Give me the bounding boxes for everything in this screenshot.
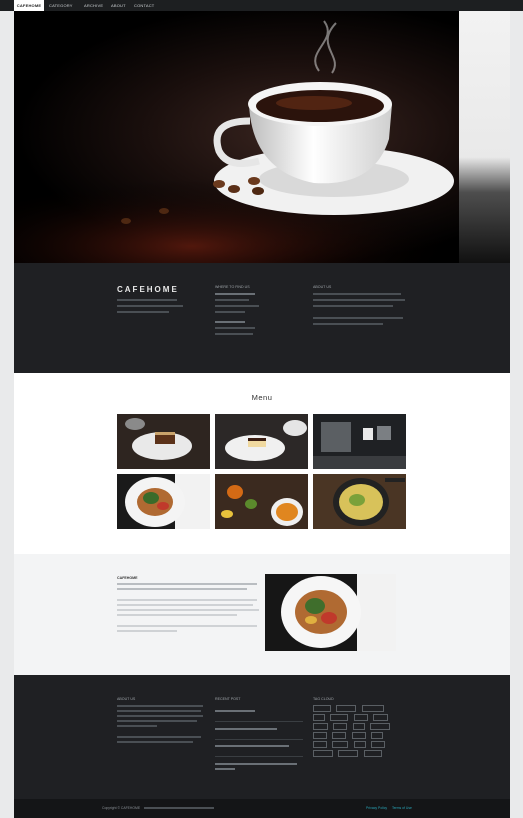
tag[interactable] bbox=[313, 732, 327, 739]
tag[interactable] bbox=[371, 741, 386, 748]
recent-post-1[interactable] bbox=[215, 710, 255, 712]
where-title: WHERE TO FIND US bbox=[215, 285, 250, 289]
tag[interactable] bbox=[333, 723, 348, 730]
footer-about-title: ABOUT US bbox=[117, 697, 136, 701]
tag[interactable] bbox=[361, 705, 384, 712]
recent-post-3[interactable] bbox=[215, 745, 289, 747]
tag-cloud bbox=[313, 705, 399, 759]
copyright-text: Copyright © CAFEHOME bbox=[102, 806, 215, 810]
footer-about-column: ABOUT US bbox=[117, 697, 205, 743]
tag[interactable] bbox=[332, 741, 349, 748]
info-band: CAFEHOME WHERE TO FIND US ABOUT US bbox=[14, 263, 510, 373]
nav-about[interactable]: ABOUT bbox=[111, 0, 127, 11]
tag[interactable] bbox=[373, 714, 389, 721]
nav-contact[interactable]: CONTACT bbox=[134, 0, 156, 11]
footer-recent-column: RECENT POST bbox=[215, 697, 303, 770]
tag[interactable] bbox=[330, 714, 349, 721]
tag[interactable] bbox=[371, 732, 384, 739]
footer-tags-column: TAG CLOUD bbox=[313, 697, 403, 759]
tag[interactable] bbox=[353, 714, 368, 721]
tag[interactable] bbox=[336, 705, 357, 712]
footer-links: Privacy Policy Terms of Use bbox=[366, 806, 412, 810]
menu-photo-salad[interactable] bbox=[117, 474, 210, 529]
hero-coffee-image bbox=[14, 20, 459, 263]
promo-photo bbox=[265, 574, 396, 651]
menu-title: Menu bbox=[251, 393, 273, 402]
tag[interactable] bbox=[313, 741, 327, 748]
tag[interactable] bbox=[313, 723, 328, 730]
tag[interactable] bbox=[353, 741, 366, 748]
tag[interactable] bbox=[338, 750, 359, 757]
copyright-bar: Copyright © CAFEHOME Privacy Policy Term… bbox=[14, 799, 510, 818]
brand-blurb bbox=[117, 299, 187, 313]
terms-link[interactable]: Terms of Use bbox=[392, 806, 412, 810]
menu-photo-cake[interactable] bbox=[117, 414, 210, 469]
footer: ABOUT US RECENT POST TAG CLOUD bbox=[14, 675, 510, 799]
promo-lead: CAFEHOME bbox=[117, 576, 138, 580]
promo-text: CAFEHOME bbox=[117, 576, 261, 632]
about-us-column: ABOUT US bbox=[313, 285, 408, 325]
hero-side-panel bbox=[459, 11, 510, 263]
nav-archive[interactable]: ARCHIVE bbox=[84, 0, 104, 11]
menu-photo-soup[interactable] bbox=[215, 474, 308, 529]
promo-section: CAFEHOME bbox=[14, 554, 510, 675]
home-icon[interactable] bbox=[72, 3, 76, 16]
tag[interactable] bbox=[313, 750, 333, 757]
tag[interactable] bbox=[313, 714, 325, 721]
nav-category[interactable]: CATEGORY bbox=[49, 0, 72, 11]
menu-photo-pan-dish[interactable] bbox=[313, 474, 406, 529]
recent-post-4[interactable] bbox=[215, 762, 297, 765]
tag[interactable] bbox=[351, 732, 366, 739]
about-title: ABOUT US bbox=[313, 285, 332, 289]
hero-banner bbox=[14, 11, 459, 263]
footer-recent-title: RECENT POST bbox=[215, 697, 241, 701]
nav-home[interactable]: CAFEHOME bbox=[14, 0, 44, 11]
tag[interactable] bbox=[313, 705, 331, 712]
where-to-find-column: WHERE TO FIND US bbox=[215, 285, 285, 335]
menu-section: Menu bbox=[14, 373, 510, 554]
tag[interactable] bbox=[352, 723, 365, 730]
tag[interactable] bbox=[363, 750, 382, 757]
menu-photo-cheesecake[interactable] bbox=[215, 414, 308, 469]
brand-title: CAFEHOME bbox=[117, 285, 179, 294]
tag[interactable] bbox=[332, 732, 347, 739]
menu-photo-coffee-machine[interactable] bbox=[313, 414, 406, 469]
privacy-policy-link[interactable]: Privacy Policy bbox=[366, 806, 387, 810]
tag[interactable] bbox=[370, 723, 391, 730]
top-navbar: CAFEHOME CATEGORY ARCHIVE ABOUT CONTACT bbox=[0, 0, 523, 16]
recent-post-2[interactable] bbox=[215, 727, 277, 730]
